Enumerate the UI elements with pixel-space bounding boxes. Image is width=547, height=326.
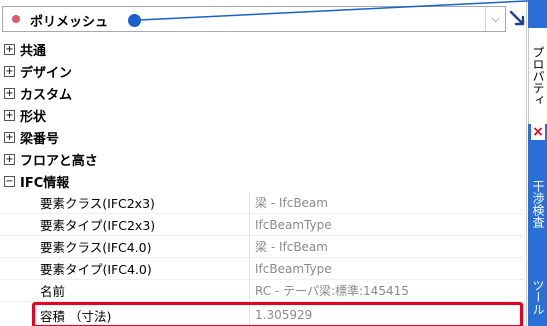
expand-icon[interactable]: + <box>4 109 15 121</box>
property-row[interactable]: 要素タイプ(IFC4.0) IfcBeamType <box>0 258 527 280</box>
property-value: RC - テーパ梁:標準:145415 <box>255 284 409 298</box>
property-value: IfcBeamType <box>255 217 332 232</box>
collapse-icon[interactable]: − <box>4 175 15 187</box>
callout-marker <box>128 14 141 27</box>
property-name: 要素タイプ(IFC4.0) <box>0 258 250 279</box>
category-custom[interactable]: + カスタム <box>0 82 527 104</box>
property-value: 1.305929 <box>255 308 313 322</box>
category-shape[interactable]: + 形状 <box>0 104 527 126</box>
property-name: 容積 （寸法) <box>35 305 250 325</box>
chevron-down-icon[interactable]: ⌵ <box>485 7 505 31</box>
property-value: IfcBeamType <box>255 261 332 276</box>
property-row[interactable]: 要素クラス(IFC2x3) 梁 - IfcBeam <box>0 192 527 214</box>
property-value: 梁 - IfcBeam <box>255 196 328 210</box>
polymesh-icon <box>12 15 20 23</box>
property-row[interactable]: 要素クラス(IFC4.0) 梁 - IfcBeam <box>0 236 527 258</box>
category-label: 共通 <box>20 43 47 59</box>
category-label: フロアと高さ <box>20 153 98 169</box>
property-name: 要素クラス(IFC2x3) <box>0 192 250 213</box>
category-label: デザイン <box>20 65 73 81</box>
category-label: 梁番号 <box>20 131 60 147</box>
expand-icon[interactable]: + <box>4 65 15 77</box>
property-grid: + 共通 + デザイン + カスタム + 形状 + 梁番号 + フロアと高さ −… <box>0 38 527 326</box>
property-row-volume-highlighted[interactable]: 容積 （寸法) 1.305929 <box>32 302 523 326</box>
property-row[interactable]: 名前 RC - テーパ梁:標準:145415 <box>0 280 527 302</box>
tab-properties[interactable]: プロパティ <box>528 28 547 124</box>
selector-value: ポリメッシュ <box>30 15 109 30</box>
property-name: 要素タイプ(IFC2x3) <box>0 214 250 235</box>
property-name: 要素クラス(IFC4.0) <box>0 236 250 257</box>
pick-element-button[interactable] <box>508 8 526 30</box>
category-ifc-info[interactable]: − IFC情報 <box>0 170 527 192</box>
tab-clash-check[interactable]: 干渉検査 <box>528 144 547 264</box>
cursor-arrow-icon <box>509 10 525 26</box>
category-common[interactable]: + 共通 <box>0 38 527 60</box>
expand-icon[interactable]: + <box>4 153 15 165</box>
property-value: 梁 - IfcBeam <box>255 240 328 254</box>
side-tab-strip: プロパティ × 干渉検査 ツール <box>528 0 547 326</box>
expand-icon[interactable]: + <box>4 131 15 143</box>
category-label: カスタム <box>20 87 73 103</box>
properties-panel: ポリメッシュ ⌵ + 共通 + デザイン + カスタム + 形状 + 梁番号 +… <box>0 0 547 326</box>
category-beam-number[interactable]: + 梁番号 <box>0 126 527 148</box>
element-type-selector[interactable]: ポリメッシュ ⌵ <box>2 6 506 32</box>
property-row[interactable]: 要素タイプ(IFC2x3) IfcBeamType <box>0 214 527 236</box>
property-name: 名前 <box>0 280 250 301</box>
category-floor-height[interactable]: + フロアと高さ <box>0 148 527 170</box>
close-icon[interactable]: × <box>531 124 545 140</box>
category-design[interactable]: + デザイン <box>0 60 527 82</box>
expand-icon[interactable]: + <box>4 87 15 99</box>
tab-tools[interactable]: ツール <box>528 268 547 326</box>
category-label: IFC情報 <box>20 175 70 191</box>
expand-icon[interactable]: + <box>4 43 15 55</box>
category-label: 形状 <box>20 109 47 125</box>
